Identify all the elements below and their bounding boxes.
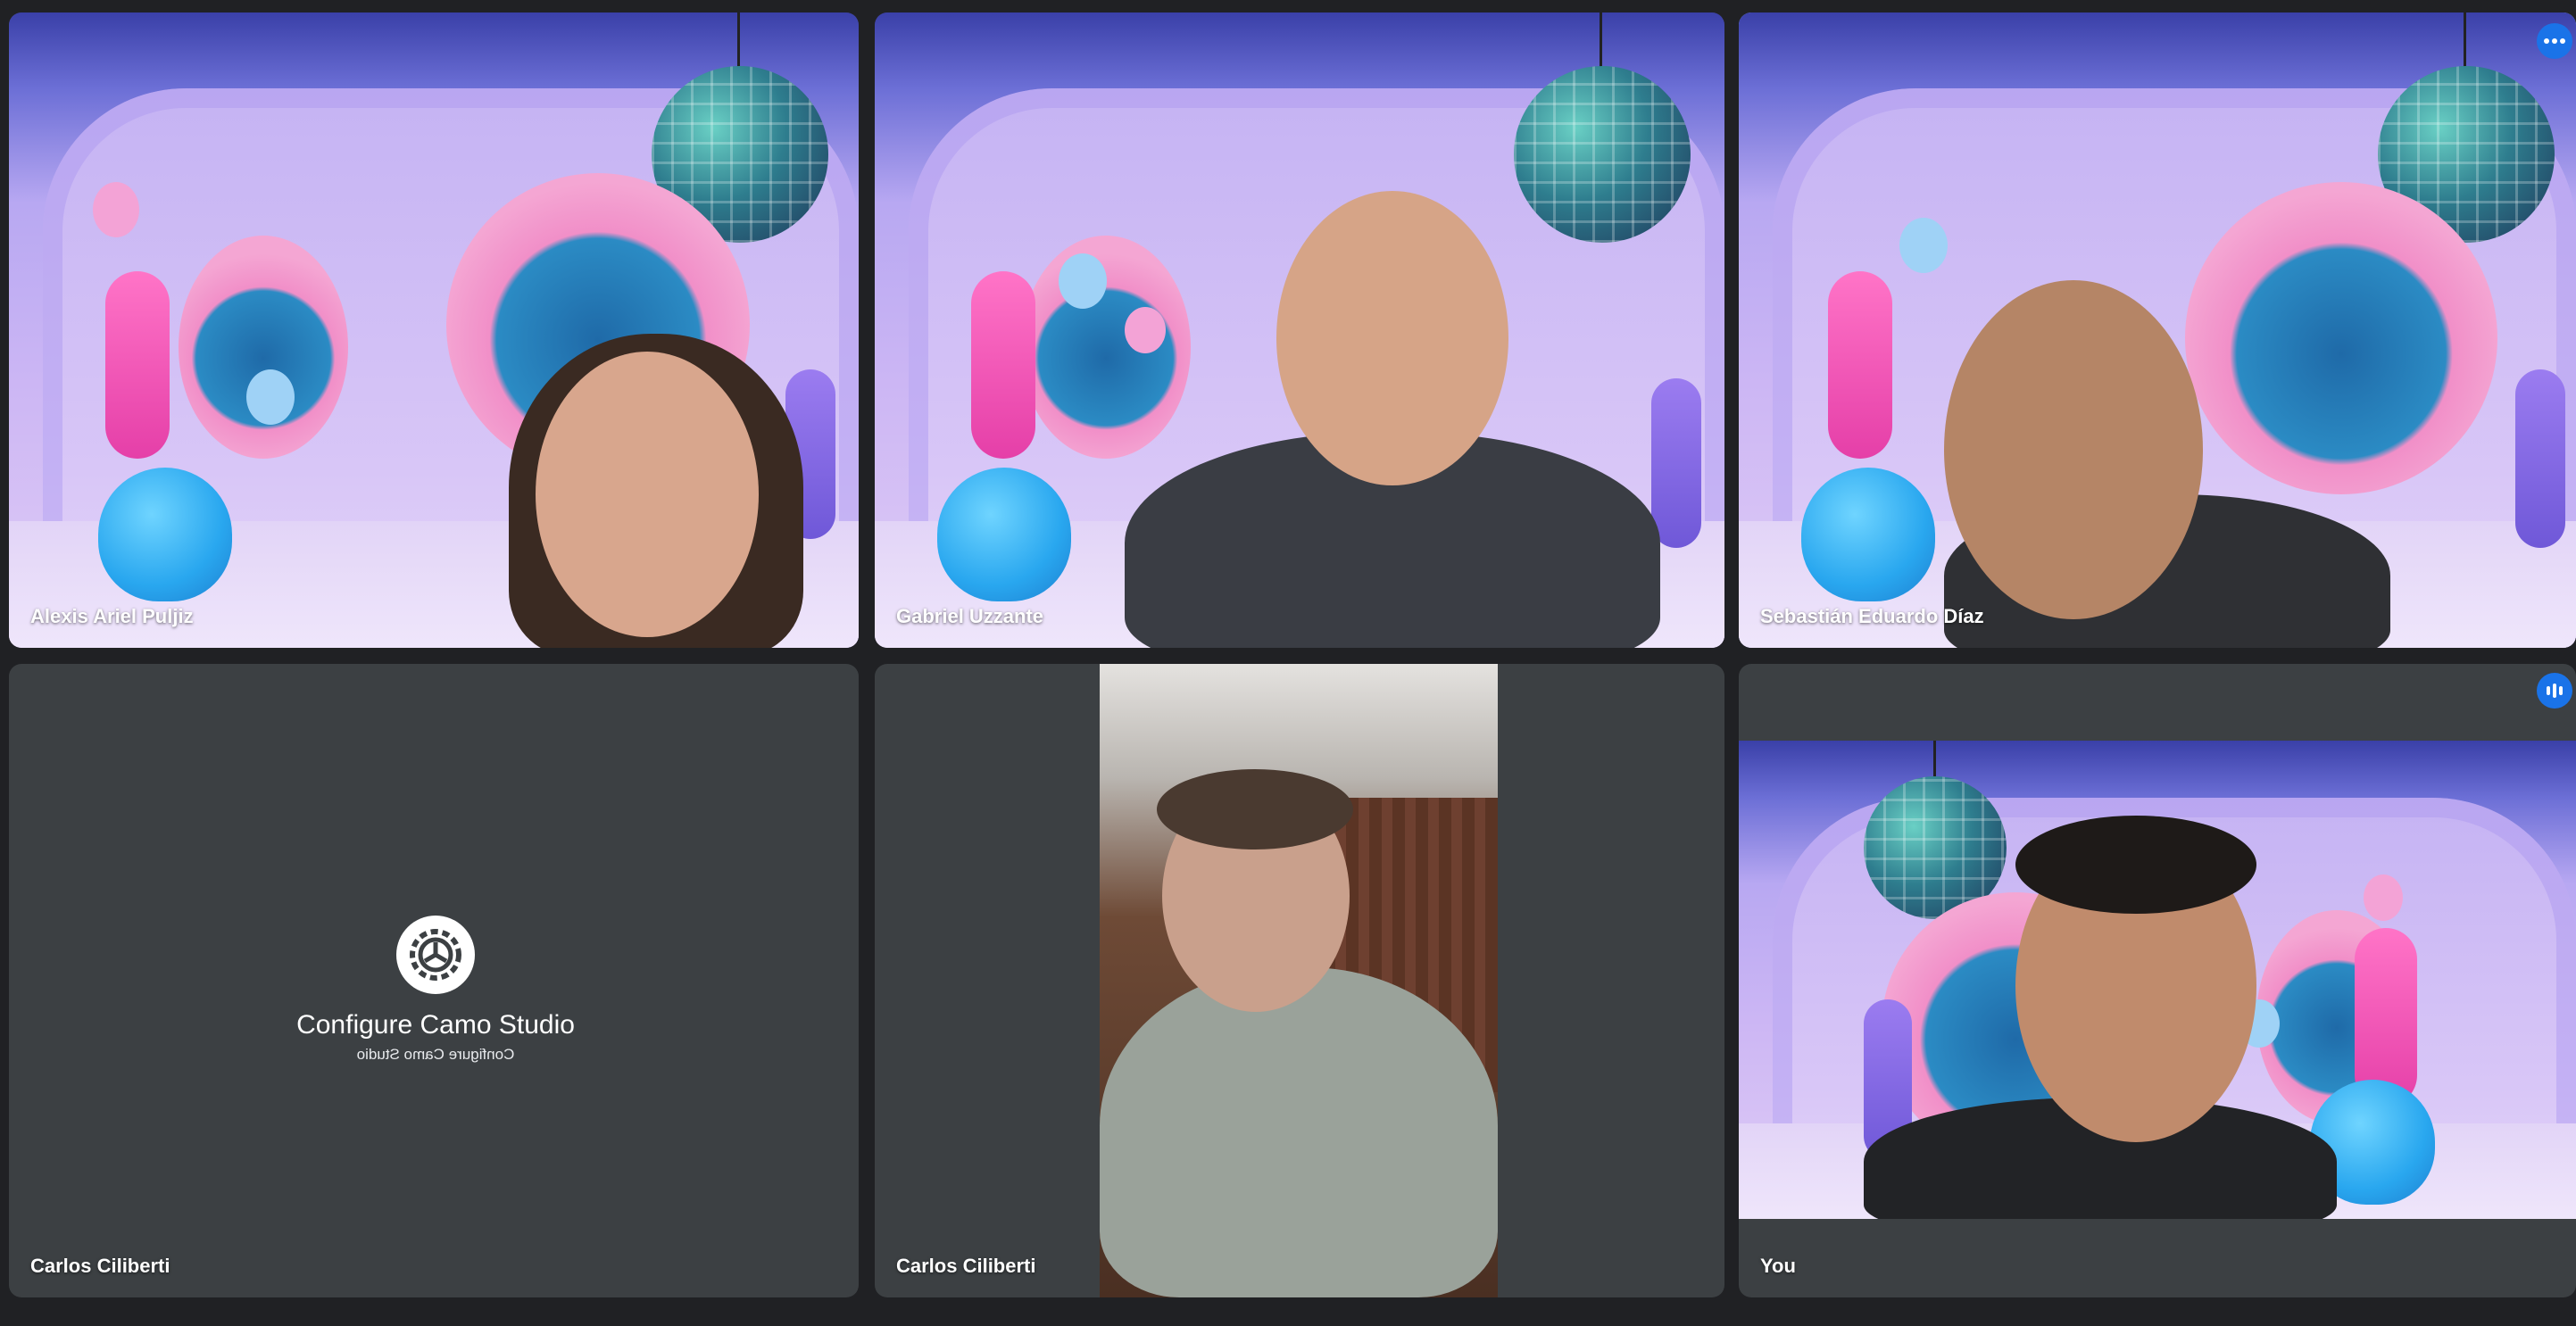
camo-gear-logo [396,916,475,994]
participant-name: Carlos Ciliberti [30,1255,170,1277]
participant-name: Alexis Ariel Puljiz [30,605,194,627]
participant-name: Sebastián Eduardo Díaz [1760,605,1984,627]
participant-tile-you[interactable]: You [1739,664,2576,1297]
participant-tile-carlos-video[interactable]: Carlos Ciliberti [875,664,1724,1297]
camo-mirrored-title: Configure Camo Studio [356,1046,515,1063]
camo-title: Configure Camo Studio [296,1010,575,1040]
balloon [246,369,295,425]
purple-character [1651,378,1701,548]
participant-tile-gabriel[interactable]: Gabriel Uzzante [875,12,1724,648]
participant-face [1276,191,1508,485]
blue-character [1801,468,1935,601]
participant-name: You [1760,1255,1796,1277]
participant-tile-sebastian[interactable]: Sebastián Eduardo Díaz [1739,12,2576,648]
participant-face [1944,280,2203,619]
participant-name: Carlos Ciliberti [896,1255,1036,1277]
disco-ball [1514,66,1691,243]
disco-wire [1933,741,1936,776]
participant-hair [1157,769,1353,849]
participant-hair [2015,816,2256,914]
blue-character [98,468,232,601]
audio-level-icon [2537,673,2572,709]
round-window [1021,236,1191,459]
round-window [179,236,348,459]
participant-face [536,352,759,637]
pink-character [105,271,170,459]
balloon [93,182,139,237]
self-video-frame [1739,741,2576,1219]
more-options-icon[interactable] [2537,23,2572,59]
participant-video [1100,664,1498,1297]
round-window [2185,182,2497,494]
balloon [1059,253,1107,309]
pink-character [971,271,1035,459]
camo-placeholder: Configure Camo Studio Configure Camo Stu… [268,664,603,1297]
balloon [1125,307,1166,353]
participant-name: Gabriel Uzzante [896,605,1044,627]
purple-character [2515,369,2565,548]
balloon [1899,218,1948,273]
participant-body [1100,967,1498,1297]
bottom-bar [0,1308,2576,1326]
pink-character [1828,271,1892,459]
participant-tile-carlos-camo[interactable]: Configure Camo Studio Configure Camo Stu… [9,664,859,1297]
meeting-grid: Alexis Ariel Puljiz Gabriel Uzzante Seba… [0,0,2576,1326]
blue-character [937,468,1071,601]
balloon [2364,874,2403,921]
participant-tile-alexis[interactable]: Alexis Ariel Puljiz [9,12,859,648]
